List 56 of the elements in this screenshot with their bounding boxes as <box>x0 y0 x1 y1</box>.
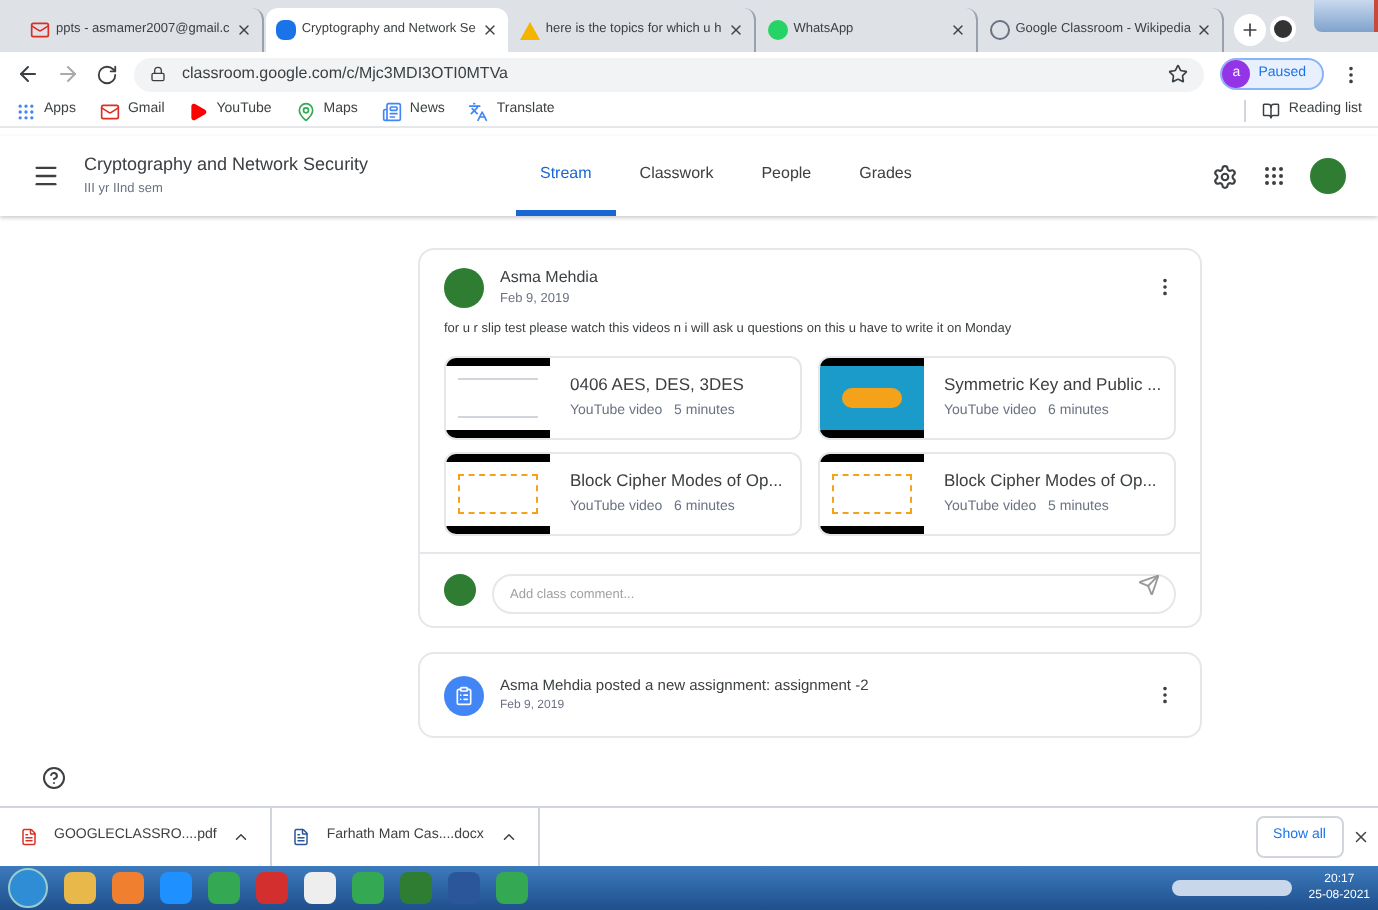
video-thumbnail <box>820 357 924 437</box>
back-icon[interactable] <box>16 62 40 86</box>
close-icon[interactable] <box>1196 22 1213 38</box>
star-icon[interactable] <box>1168 64 1189 84</box>
map-pin-icon <box>295 101 316 121</box>
close-icon[interactable] <box>1352 828 1370 846</box>
video-title: Block Cipher Modes of Op... <box>944 467 1157 494</box>
video-title: 0406 AES, DES, 3DES <box>570 371 744 398</box>
author-name: Asma Mehdia <box>500 266 600 290</box>
caret-icon[interactable] <box>232 828 251 846</box>
help-icon[interactable] <box>42 766 66 790</box>
menu-icon[interactable] <box>32 162 60 190</box>
class-title: Cryptography and Network Security <box>84 152 371 179</box>
settings-icon[interactable] <box>1212 163 1238 189</box>
translate-icon <box>468 101 489 121</box>
wikipedia-icon <box>989 20 1010 40</box>
reload-icon[interactable] <box>96 63 118 85</box>
avatar <box>1310 158 1346 194</box>
plus-icon <box>1240 20 1261 40</box>
close-icon[interactable] <box>235 22 252 38</box>
close-icon[interactable] <box>949 22 966 38</box>
lock-icon <box>150 66 166 82</box>
taskbar-app-icon[interactable] <box>64 872 96 904</box>
caret-icon[interactable] <box>499 828 518 846</box>
classroom-icon <box>275 20 296 40</box>
avatar <box>444 573 476 606</box>
video-title: Symmetric Key and Public ... <box>944 371 1162 398</box>
mail-icon <box>30 20 50 40</box>
apps-icon[interactable] <box>1262 164 1286 188</box>
triangle-icon <box>519 21 540 39</box>
start-button[interactable] <box>8 868 48 908</box>
chat-icon <box>767 20 788 40</box>
video-title: Block Cipher Modes of Op... <box>570 467 783 494</box>
newspaper-icon <box>381 101 402 121</box>
video-thumbnail <box>820 453 924 533</box>
account-icon[interactable] <box>1270 16 1297 42</box>
close-icon[interactable] <box>727 22 744 38</box>
video-thumbnail <box>446 453 550 533</box>
apps-icon <box>16 101 36 121</box>
new-tab-button[interactable] <box>1234 14 1267 46</box>
nav-tab[interactable]: Grades <box>835 136 936 216</box>
taskbar-app-icon[interactable] <box>304 872 336 904</box>
mail-icon <box>99 101 120 121</box>
assignment-icon <box>444 675 484 715</box>
nav-tab[interactable]: Classwork <box>615 136 738 216</box>
close-icon[interactable] <box>481 22 498 38</box>
book-icon <box>1262 102 1281 120</box>
play-icon <box>188 101 209 121</box>
avatar <box>444 267 484 308</box>
send-icon[interactable] <box>1138 573 1160 595</box>
document-icon <box>292 828 311 846</box>
url-text: classroom.google.com/c/Mjc3MDI3OTI0MTVa <box>182 62 511 86</box>
pdf-icon <box>20 828 38 846</box>
nav-tab[interactable]: People <box>737 136 836 216</box>
video-thumbnail <box>446 357 550 437</box>
address-bar[interactable]: classroom.google.com/c/Mjc3MDI3OTI0MTVa <box>134 57 1205 91</box>
